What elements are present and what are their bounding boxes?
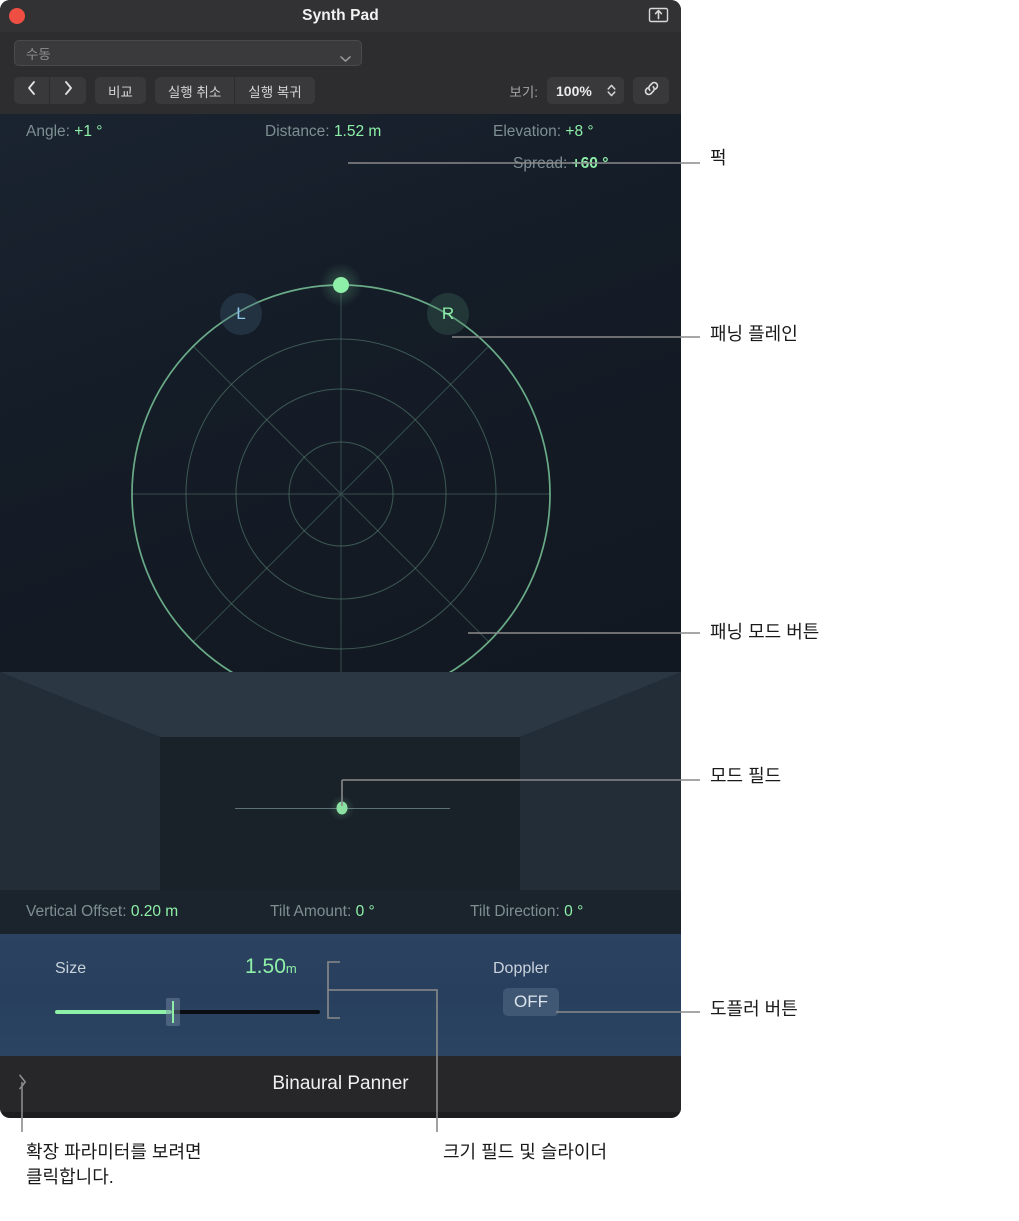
- doppler-label: Doppler: [493, 960, 550, 977]
- zoom-value: 100%: [556, 82, 592, 99]
- callout-panning-mode-button: 패닝 모드 버튼: [710, 622, 820, 642]
- readout-angle[interactable]: Angle: +1 °: [26, 123, 102, 141]
- callout-panning-plane: 패닝 플레인: [710, 324, 798, 344]
- plugin-window: Synth Pad 수동 비교 실행 취소 실행 복귀 보기: 100% Ang…: [0, 0, 681, 1118]
- readout-vertical-offset-value: 0.20 m: [130, 903, 179, 920]
- callout-mode-field: 모드 필드: [710, 766, 782, 786]
- preset-value: 수동: [26, 47, 51, 62]
- readout-distance-value: 1.52 m: [333, 123, 382, 140]
- screenshot-root: Synth Pad 수동 비교 실행 취소 실행 복귀 보기: 100% Ang…: [0, 0, 1019, 1221]
- view-label: 보기:: [509, 84, 538, 100]
- readout-distance[interactable]: Distance: 1.52 m: [265, 123, 381, 141]
- size-value: 1.50: [245, 955, 286, 978]
- plugin-name: Binaural Panner: [272, 1073, 409, 1094]
- close-window-button[interactable]: [9, 8, 25, 24]
- chevron-left-icon: [27, 81, 36, 100]
- readout-spread[interactable]: Spread: +60 °: [513, 155, 608, 173]
- readout-tilt-direction-value: 0 °: [564, 903, 584, 920]
- link-button[interactable]: [633, 77, 669, 104]
- size-slider[interactable]: [55, 998, 320, 1026]
- next-preset-button[interactable]: [50, 77, 86, 104]
- readout-spread-value: +60 °: [571, 155, 609, 172]
- undo-button[interactable]: 실행 취소: [154, 77, 236, 104]
- size-slider-thumb[interactable]: [165, 998, 180, 1026]
- room-perspective: [0, 672, 681, 890]
- chevron-down-icon: [340, 50, 351, 62]
- readout-vertical-offset[interactable]: Vertical Offset: 0.20 m: [26, 903, 178, 921]
- size-unit: m: [285, 961, 297, 976]
- puck[interactable]: [333, 277, 349, 293]
- size-doppler-strip: Size 1.50m Doppler OFF: [0, 934, 681, 1056]
- undo-redo-group: 실행 취소 실행 복귀: [154, 77, 315, 104]
- zoom-stepper[interactable]: 100%: [547, 77, 624, 104]
- readout-elevation[interactable]: Elevation: +8 °: [493, 123, 594, 141]
- size-slider-fill: [55, 1010, 172, 1014]
- expand-parameters-chevron-right-icon[interactable]: [18, 1074, 27, 1090]
- plugin-footer: Binaural Panner: [0, 1056, 681, 1112]
- callout-size-field-slider: 크기 필드 및 슬라이더: [443, 1142, 608, 1162]
- mode-field[interactable]: [0, 672, 681, 890]
- readout-elevation-label: Elevation:: [493, 123, 562, 140]
- readout-elevation-value: +8 °: [565, 123, 594, 140]
- size-label: Size: [55, 960, 87, 977]
- vertical-readout-row: Vertical Offset: 0.20 m Tilt Amount: 0 °…: [0, 890, 681, 934]
- right-marker-label: R: [441, 304, 455, 323]
- callout-expand-parameters: 확장 파라미터를 보려면 클릭합니다.: [26, 1142, 202, 1187]
- preset-nav-group: [14, 77, 86, 104]
- readout-tilt-amount[interactable]: Tilt Amount: 0 °: [270, 903, 375, 921]
- toolbar-button-row: 비교 실행 취소 실행 복귀: [14, 77, 315, 104]
- compare-button[interactable]: 비교: [95, 77, 146, 104]
- chevron-right-icon: [64, 81, 73, 100]
- stepper-updown-icon[interactable]: [607, 83, 616, 98]
- export-icon[interactable]: [648, 5, 669, 25]
- readout-vertical-offset-label: Vertical Offset:: [26, 903, 127, 920]
- right-channel-marker[interactable]: R: [427, 293, 469, 335]
- left-channel-marker[interactable]: L: [220, 293, 262, 335]
- callout-doppler-button: 도플러 버튼: [710, 999, 798, 1019]
- readout-distance-label: Distance:: [265, 123, 330, 140]
- plugin-toolbar: 수동 비교 실행 취소 실행 복귀 보기: 100%: [0, 32, 681, 114]
- panning-plane[interactable]: Angle: +1 ° Distance: 1.52 m Elevation: …: [0, 114, 681, 763]
- readout-tilt-direction-label: Tilt Direction:: [470, 903, 560, 920]
- doppler-button[interactable]: OFF: [503, 988, 559, 1016]
- mode-field-puck[interactable]: [336, 801, 348, 815]
- preset-select[interactable]: 수동: [14, 40, 362, 66]
- link-icon: [642, 79, 661, 103]
- readout-tilt-amount-value: 0 °: [355, 903, 375, 920]
- polar-grid: [131, 284, 551, 704]
- readout-angle-label: Angle:: [26, 123, 70, 140]
- left-marker-label: L: [236, 304, 246, 323]
- readout-angle-value: +1 °: [74, 123, 103, 140]
- redo-button[interactable]: 실행 복귀: [235, 77, 315, 104]
- previous-preset-button[interactable]: [14, 77, 50, 104]
- readout-tilt-direction[interactable]: Tilt Direction: 0 °: [470, 903, 583, 921]
- readout-spread-label: Spread:: [513, 155, 568, 172]
- readout-tilt-amount-label: Tilt Amount:: [270, 903, 352, 920]
- size-field[interactable]: 1.50m: [245, 955, 297, 979]
- view-zoom-area: 보기: 100%: [509, 77, 669, 104]
- callout-puck: 퍽: [710, 148, 727, 168]
- window-titlebar: Synth Pad: [0, 0, 681, 32]
- window-title: Synth Pad: [302, 7, 379, 24]
